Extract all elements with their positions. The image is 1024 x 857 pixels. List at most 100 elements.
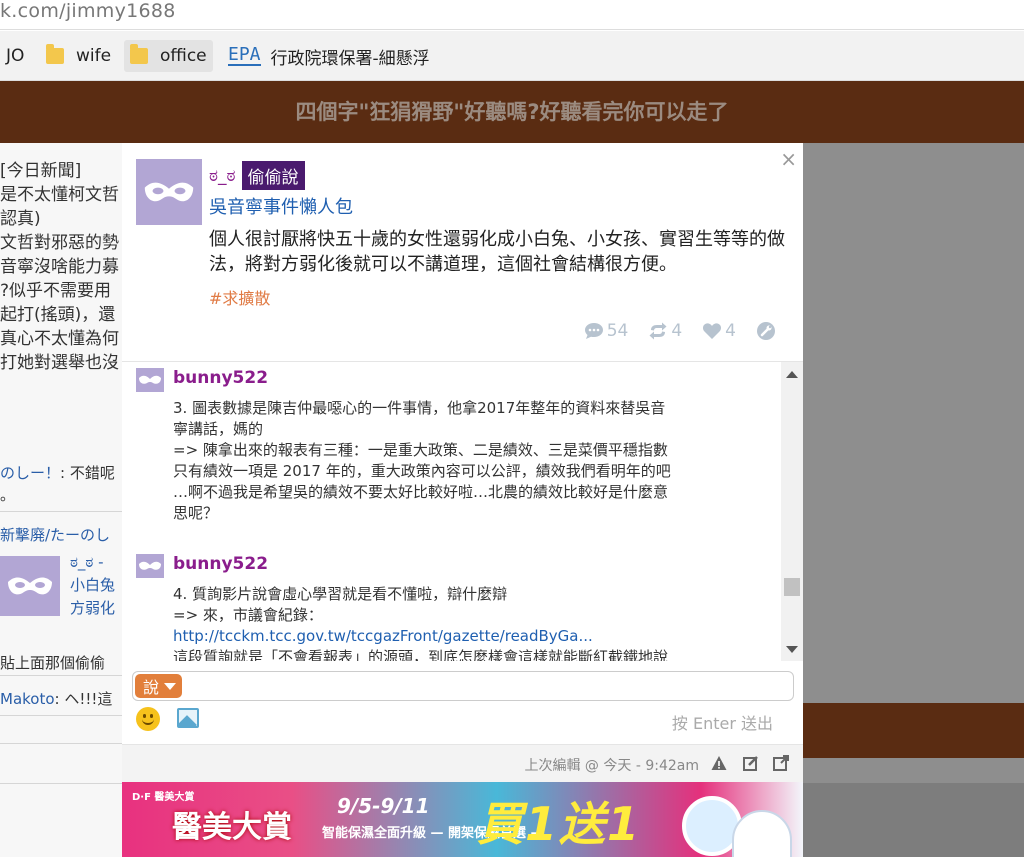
- edit-icon[interactable]: [743, 755, 759, 771]
- overlay-backdrop[interactable]: [803, 143, 1024, 857]
- say-dropdown-button[interactable]: 說: [135, 674, 183, 698]
- comment-body: 4. 質詢影片說會虛心學習就是看不懂啦，辯什麼辯 => 來，市議會紀錄： htt…: [173, 584, 763, 661]
- left-line: [今日新聞]: [0, 161, 82, 181]
- say-label: 說: [143, 678, 160, 697]
- comment-line: 3. 圖表數據是陳吉仲最噁心的一件事情，他拿2017年整年的資料來替吳音: [173, 399, 666, 417]
- left-post-user[interactable]: ಠ_ಠ -: [70, 550, 104, 574]
- comment-line: => 來，市議會紀錄：: [173, 606, 323, 624]
- ad-banner[interactable]: D·F 醫美大賞 醫美大賞 9/5-9/11 智能保濕全面升級 — 開架保濕首選…: [122, 782, 803, 857]
- post-avatar[interactable]: [136, 159, 202, 225]
- scroll-down-arrow-icon[interactable]: [786, 646, 798, 653]
- left-comment-text: : ヘ!!!這: [54, 690, 113, 708]
- folder-icon: [46, 44, 64, 64]
- left-line: 真心不太懂為何: [0, 329, 119, 349]
- left-comment-2: Makoto: ヘ!!!這: [0, 687, 112, 711]
- reposts-count: 4: [671, 321, 683, 341]
- left-line: 認真): [0, 209, 41, 229]
- bookmark-label: JO: [6, 46, 25, 66]
- ad-promo: 買1送1: [477, 797, 642, 851]
- left-link[interactable]: 新撃廃/たーのし: [0, 523, 110, 547]
- left-paste-text: 貼上面那個偷偷: [0, 654, 106, 672]
- divider: [0, 715, 122, 716]
- product-cap-image: [732, 810, 792, 857]
- comment-username[interactable]: bunny522: [173, 368, 268, 388]
- post-stats: 54 4 4: [564, 321, 779, 341]
- left-comment-user[interactable]: Makoto: [0, 690, 55, 708]
- report-warning-icon[interactable]: [711, 755, 727, 771]
- reposts-stat[interactable]: 4: [648, 321, 682, 341]
- thread-scrollbar[interactable]: [781, 362, 803, 661]
- anonymous-tag[interactable]: 偷偷說: [241, 161, 305, 190]
- wrench-icon: [757, 322, 775, 340]
- bookmark-label: office: [160, 46, 207, 66]
- left-comment-extra: 。: [0, 486, 16, 504]
- comment-line: => 陳拿出來的報表有三種：一是重大政策、二是績效、三是菜價平穩指數: [173, 441, 668, 459]
- left-post-line: 方弱化: [70, 599, 116, 617]
- post-footer: 上次編輯 @ 今天 - 9:42am: [122, 744, 803, 782]
- scroll-up-arrow-icon[interactable]: [786, 371, 798, 378]
- mask-icon: [8, 577, 52, 595]
- divider: [0, 783, 122, 784]
- last-edited: 上次編輯 @ 今天 - 9:42am: [524, 758, 699, 774]
- ad-logo: D·F 醫美大賞: [132, 792, 195, 803]
- bookmark-wife[interactable]: wife: [40, 40, 117, 72]
- divider: [0, 743, 122, 744]
- left-line: 打她對選舉也沒: [0, 353, 119, 373]
- emoji-icon[interactable]: [136, 707, 160, 731]
- post-body: 個人很討厭將快五十歲的女性還弱化成小白兔、小女孩、實習生等等的做法，將對方弱化後…: [209, 229, 785, 275]
- mask-avatar: [0, 556, 60, 616]
- comments-stat[interactable]: 54: [584, 321, 628, 341]
- bookmark-label: 行政院環保署-細懸浮: [270, 48, 430, 69]
- left-line: 是不太懂柯文哲: [0, 185, 119, 205]
- comment-url-link[interactable]: http://tcckm.tcc.gov.tw/tccgazFront/gaze…: [173, 626, 763, 647]
- address-bar[interactable]: k.com/jimmy1688: [0, 0, 1024, 30]
- dropdown-arrow-icon: [164, 682, 177, 690]
- bookmark-epa[interactable]: EPA 行政院環保署-細懸浮: [222, 40, 436, 72]
- left-line: ?似乎不需要用: [0, 281, 112, 301]
- backdrop-strip: [803, 703, 1024, 758]
- left-line: 音寧沒啥能力募: [0, 257, 119, 277]
- url-text[interactable]: k.com/jimmy1688: [0, 0, 176, 22]
- comment-line: 4. 質詢影片說會虛心學習就是看不懂啦，辯什麼辯: [173, 585, 508, 603]
- mask-icon: [139, 561, 161, 570]
- hashtag-link[interactable]: #求擴散: [209, 285, 270, 309]
- comment-line: 只有績效一項是 2017 年的，重大政策內容可以公評，績效我們看明年的吧: [173, 462, 671, 480]
- mask-icon: [139, 375, 161, 384]
- scrollbar-thumb[interactable]: [784, 578, 800, 596]
- backdrop-strip: [803, 783, 1024, 857]
- send-hint: 按 Enter 送出: [671, 714, 773, 733]
- left-comment-text: : 不錯呢: [60, 464, 115, 482]
- divider: [0, 511, 122, 512]
- close-icon[interactable]: ×: [780, 149, 797, 169]
- left-comment-user[interactable]: のしー！: [0, 464, 60, 482]
- comment-avatar[interactable]: [136, 368, 164, 392]
- bookmark-office[interactable]: office: [124, 40, 213, 72]
- bookmarks-bar: JO wife office EPA 行政院環保署-細懸浮: [0, 31, 1024, 81]
- comment-body: 3. 圖表數據是陳吉仲最噁心的一件事情，他拿2017年整年的資料來替吳音 寧講話…: [173, 398, 763, 524]
- left-line: 起打(搖頭)，還: [0, 305, 116, 325]
- comment-avatar[interactable]: [136, 554, 164, 578]
- folder-icon: [130, 44, 148, 64]
- post-title-link[interactable]: 吳音寧事件懶人包: [209, 193, 353, 219]
- comment-line: …啊不過我是希望吳的績效不要太好比較好啦…北農的績效比較好是什麼意: [173, 483, 669, 501]
- comment-thread[interactable]: bunny522 3. 圖表數據是陳吉仲最噁心的一件事情，他拿2017年整年的資…: [122, 361, 803, 661]
- more-options-button[interactable]: [756, 321, 779, 341]
- ad-title: 醫美大賞: [172, 810, 292, 845]
- left-comment-1: のしー！: 不錯呢: [0, 461, 115, 485]
- left-line: 文哲對邪惡的勢: [0, 233, 119, 253]
- post-username[interactable]: ಠ_ಠ: [209, 166, 236, 186]
- open-external-icon[interactable]: [773, 755, 789, 771]
- epa-logo-icon: EPA: [228, 44, 261, 66]
- heart-icon: [703, 323, 722, 339]
- reply-input[interactable]: 說: [132, 671, 794, 701]
- divider: [0, 675, 122, 676]
- likes-count: 4: [725, 321, 736, 341]
- repost-icon: [649, 322, 667, 340]
- comment-line: 這段質詢就是「不會看報表」的源頭，到底怎麼樣會這樣就能斷紅截鐵地說: [173, 648, 669, 661]
- comment-username[interactable]: bunny522: [173, 554, 268, 574]
- comment-bubble-icon: [584, 323, 603, 339]
- bookmark-jo[interactable]: JO: [0, 40, 30, 72]
- image-upload-icon[interactable]: [177, 708, 199, 728]
- likes-stat[interactable]: 4: [702, 321, 736, 341]
- left-post-line: 小白兔: [70, 576, 116, 594]
